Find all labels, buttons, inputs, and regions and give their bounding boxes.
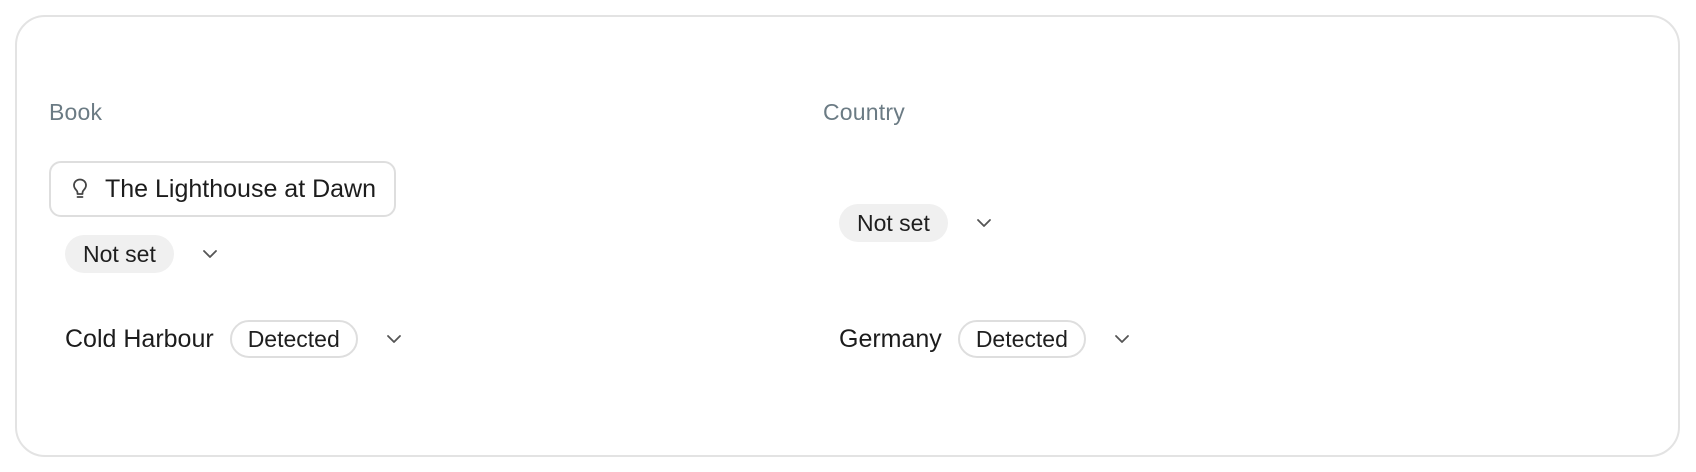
book-detected-value: Cold Harbour bbox=[65, 324, 214, 353]
chevron-down-icon[interactable] bbox=[972, 211, 996, 235]
book-status-row: Not set bbox=[65, 235, 222, 273]
chevron-down-icon[interactable] bbox=[382, 327, 406, 351]
country-label: Country bbox=[823, 99, 905, 125]
country-status-row: Not set bbox=[839, 204, 996, 242]
book-title-chip[interactable]: The Lighthouse at Dawn bbox=[49, 161, 397, 217]
lightbulb-icon bbox=[69, 176, 91, 202]
field-card: Book The Lighthouse at Dawn Not set Cold… bbox=[15, 15, 1680, 457]
book-column: Book The Lighthouse at Dawn Not set Cold… bbox=[17, 17, 857, 455]
chevron-down-icon[interactable] bbox=[1110, 327, 1134, 351]
book-status-pill[interactable]: Not set bbox=[65, 235, 174, 273]
country-detected-value: Germany bbox=[839, 324, 942, 353]
chevron-down-icon[interactable] bbox=[198, 242, 222, 266]
country-status-pill[interactable]: Not set bbox=[839, 204, 948, 242]
country-column: Country Not set Germany Detected bbox=[823, 17, 1682, 455]
country-detected-row: Germany Detected bbox=[839, 320, 1134, 358]
book-title: The Lighthouse at Dawn bbox=[105, 174, 377, 203]
country-detected-badge[interactable]: Detected bbox=[957, 320, 1086, 358]
book-detected-badge[interactable]: Detected bbox=[229, 320, 358, 358]
book-label: Book bbox=[49, 99, 103, 125]
book-detected-row: Cold Harbour Detected bbox=[65, 320, 406, 358]
